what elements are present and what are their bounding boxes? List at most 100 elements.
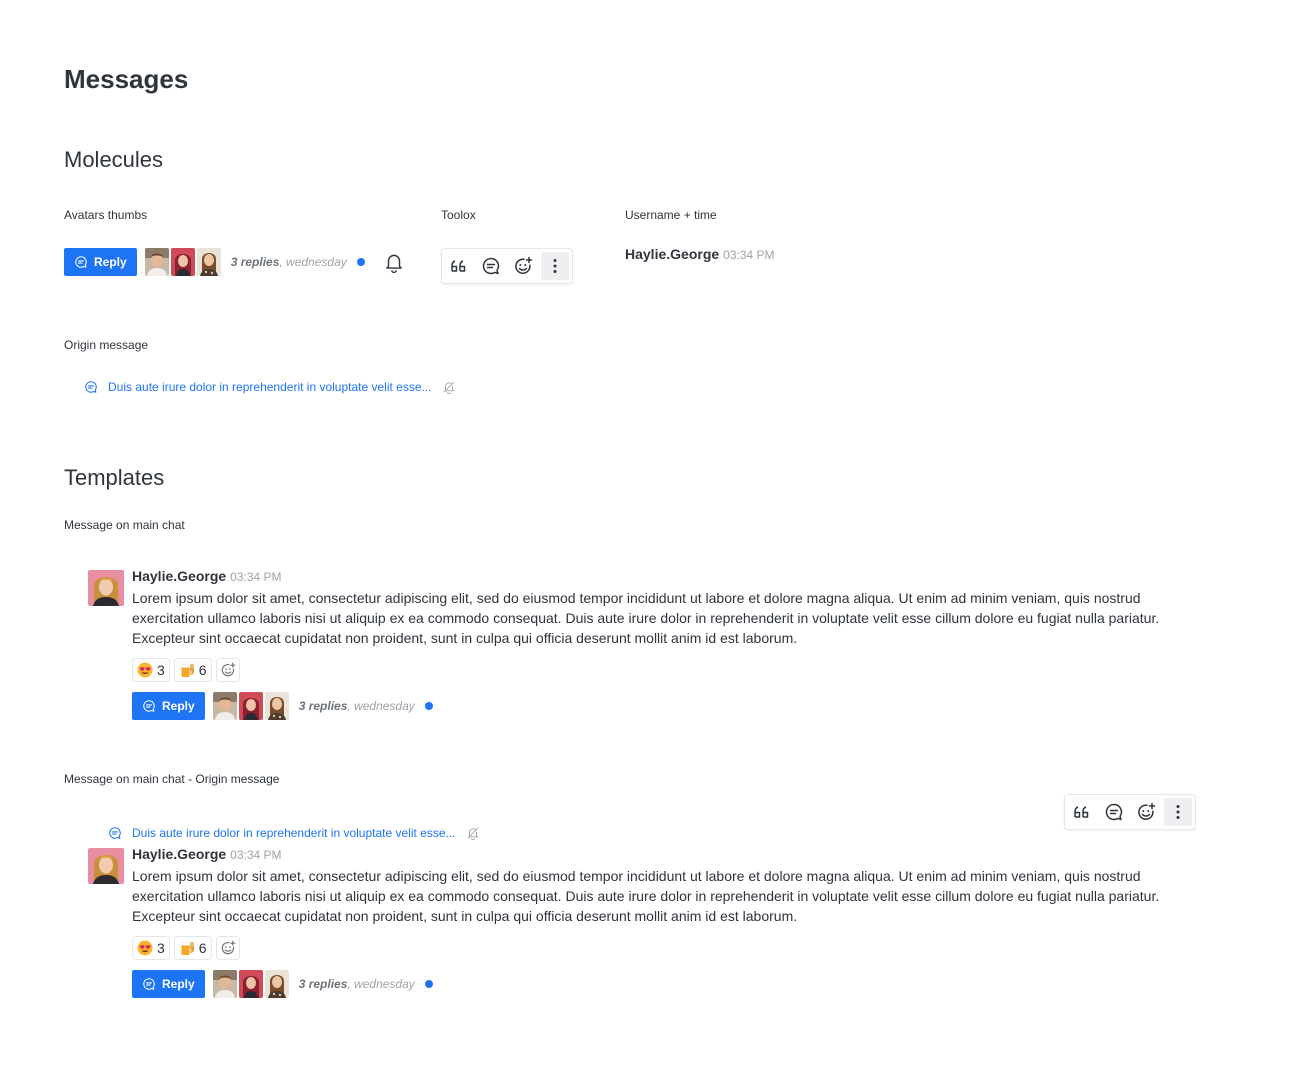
thread-summary: Reply 3 replies, wednesday [64, 248, 405, 276]
participants-avatars [145, 248, 221, 276]
add-reaction-button[interactable] [215, 936, 240, 960]
reaction[interactable]: 6 [173, 658, 212, 682]
reply-button-label: Reply [162, 699, 195, 713]
molecules-heading: Molecules [64, 147, 164, 172]
add-reaction-icon [1136, 802, 1156, 822]
beer-mug-emoji-icon [179, 940, 195, 956]
bell-off-icon[interactable] [442, 380, 456, 394]
main-chat-caption: Message on main chat [64, 518, 185, 532]
username-time: Haylie.George 03:34 PM [625, 246, 775, 262]
origin-message[interactable]: Duis aute irure dolor in reprehenderit i… [108, 826, 480, 840]
unread-dot [424, 980, 433, 988]
reply-button[interactable]: Reply [64, 248, 137, 276]
reply-in-thread-icon [84, 380, 98, 394]
message-body: Lorem ipsum dolor sit amet, consectetur … [132, 590, 1160, 646]
heart-eyes-emoji-icon [137, 662, 153, 678]
replies-day: , wednesday [279, 255, 347, 269]
avatar[interactable] [265, 692, 289, 720]
reply-in-thread-icon [74, 255, 88, 269]
add-reaction-icon [220, 662, 236, 678]
origin-message-text[interactable]: Duis aute irure dolor in reprehenderit i… [108, 380, 432, 394]
reply-button[interactable]: Reply [132, 970, 205, 998]
username-time-caption: Username + time [625, 208, 717, 222]
avatar[interactable] [197, 248, 221, 276]
reaction-count: 6 [198, 662, 207, 678]
username[interactable]: Haylie.George [625, 246, 719, 262]
bell-icon[interactable] [383, 251, 405, 273]
reaction[interactable]: 6 [173, 936, 212, 960]
reply-in-thread-button[interactable] [477, 252, 505, 280]
replies-day: , wednesday [347, 699, 415, 713]
replies-count: 3 replies [298, 977, 348, 991]
more-options-button[interactable] [541, 252, 569, 280]
unread-dot [424, 702, 433, 710]
message-time: 03:34 PM [723, 248, 775, 262]
replies-count: 3 replies [298, 699, 348, 713]
reactions-bar: 3 6 [132, 658, 240, 682]
reply-button[interactable]: Reply [132, 692, 205, 720]
replies-count: 3 replies [230, 255, 280, 269]
reaction[interactable]: 3 [132, 936, 170, 960]
reaction[interactable]: 3 [132, 658, 170, 682]
reactions-bar: 3 6 [132, 936, 240, 960]
participants-avatars [213, 692, 289, 720]
avatar[interactable] [239, 692, 263, 720]
reaction-count: 6 [198, 940, 207, 956]
reply-in-thread-icon [108, 826, 122, 840]
message-header: Haylie.George 03:34 PM [132, 846, 282, 862]
add-reaction-button[interactable] [215, 658, 240, 682]
quote-icon [449, 256, 469, 276]
avatar[interactable] [145, 248, 169, 276]
origin-message-text[interactable]: Duis aute irure dolor in reprehenderit i… [132, 826, 456, 840]
reply-in-thread-icon [1104, 802, 1124, 822]
kebab-menu-icon [545, 256, 565, 276]
quote-button[interactable] [445, 252, 473, 280]
reply-in-thread-icon [142, 699, 156, 713]
avatars-thumbs-caption: Avatars thumbs [64, 208, 148, 222]
avatar[interactable] [265, 970, 289, 998]
quote-icon [1072, 802, 1092, 822]
reply-in-thread-icon [142, 977, 156, 991]
unread-dot [356, 258, 365, 266]
main-chat-origin-caption: Message on main chat - Origin message [64, 772, 280, 786]
message-toolbox [441, 248, 573, 284]
add-reaction-button[interactable] [1132, 798, 1160, 826]
avatar[interactable] [239, 970, 263, 998]
avatar[interactable] [213, 692, 237, 720]
replies-day: , wednesday [347, 977, 415, 991]
username[interactable]: Haylie.George [132, 846, 226, 862]
quote-button[interactable] [1068, 798, 1096, 826]
thread-summary: Reply 3 replies, wednesday [132, 970, 433, 998]
origin-message-caption: Origin message [64, 338, 149, 352]
message-avatar[interactable] [88, 570, 124, 606]
add-reaction-button[interactable] [509, 252, 537, 280]
origin-message[interactable]: Duis aute irure dolor in reprehenderit i… [84, 380, 456, 394]
bell-off-icon[interactable] [466, 826, 480, 840]
avatar[interactable] [213, 970, 237, 998]
beer-mug-emoji-icon [179, 662, 195, 678]
toolbox-caption: Toolox [441, 208, 476, 222]
reply-in-thread-button[interactable] [1100, 798, 1128, 826]
add-reaction-icon [220, 940, 236, 956]
thread-summary: Reply 3 replies, wednesday [132, 692, 433, 720]
reply-button-label: Reply [94, 255, 127, 269]
message-avatar[interactable] [88, 848, 124, 884]
participants-avatars [213, 970, 289, 998]
heart-eyes-emoji-icon [137, 940, 153, 956]
username[interactable]: Haylie.George [132, 568, 226, 584]
replies-meta: 3 replies, wednesday [299, 699, 415, 713]
kebab-menu-icon [1168, 802, 1188, 822]
reply-button-label: Reply [162, 977, 195, 991]
message-body: Lorem ipsum dolor sit amet, consectetur … [132, 868, 1160, 924]
more-options-button[interactable] [1164, 798, 1192, 826]
reaction-count: 3 [157, 662, 165, 678]
reaction-count: 3 [157, 940, 165, 956]
message-toolbox [1064, 794, 1196, 830]
message-time: 03:34 PM [230, 570, 282, 584]
reply-in-thread-icon [481, 256, 501, 276]
message-time: 03:34 PM [230, 848, 282, 862]
replies-meta: 3 replies, wednesday [299, 977, 415, 991]
replies-meta: 3 replies, wednesday [231, 255, 347, 269]
message-header: Haylie.George 03:34 PM [132, 568, 282, 584]
avatar[interactable] [171, 248, 195, 276]
